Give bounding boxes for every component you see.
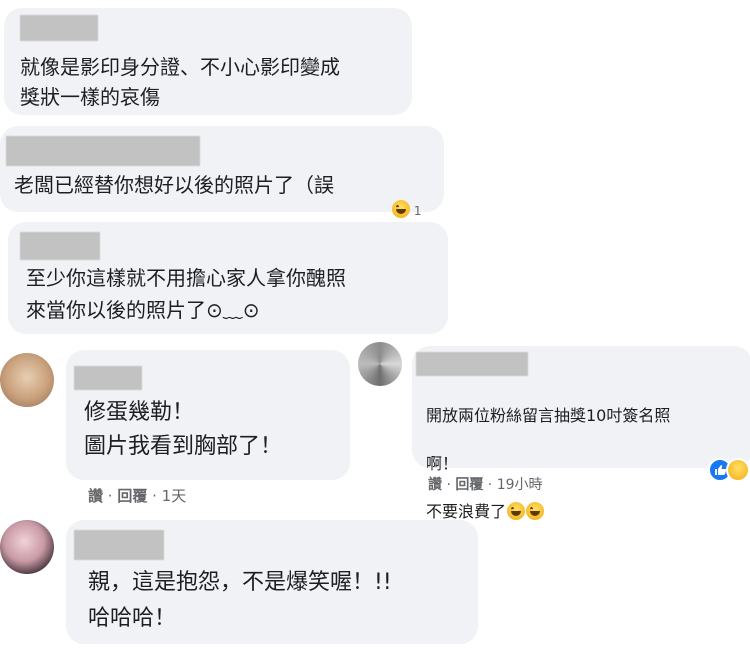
commenter-name-redacted-6[interactable] (74, 530, 164, 560)
comment-2-reaction[interactable]: 1 (391, 200, 421, 218)
commenter-name-redacted-1[interactable] (20, 15, 98, 41)
commenter-name-redacted-5[interactable] (416, 352, 528, 376)
commenter-name-redacted-3[interactable] (20, 232, 100, 260)
commenter-avatar-5[interactable] (358, 342, 402, 386)
haha-reaction-icon[interactable] (726, 458, 750, 482)
reply-link[interactable]: 回覆 (117, 487, 147, 505)
reply-link[interactable]: 回覆 (455, 477, 483, 493)
laughing-emoji-icon (507, 502, 526, 520)
like-link[interactable]: 讚 (88, 487, 103, 505)
commenter-name-redacted-2[interactable] (6, 136, 200, 166)
comment-text-4: 修蛋幾勒！ 圖片我看到胸部了！ (84, 400, 283, 459)
comment-time[interactable]: 19小時 (497, 477, 543, 493)
commenter-avatar-4[interactable] (0, 353, 54, 407)
comment-text-3: 至少你這樣就不用擔心家人拿你醜照 來當你以後的照片了⊙﹏⊙ (26, 266, 346, 322)
comment-5-actions: 讚 · 回覆 · 19小時 (428, 477, 543, 493)
comment-text-6: 親，這是抱怨，不是爆笑喔！!! 哈哈哈！ (88, 570, 392, 631)
comment-text-2: 老闆已經替你想好以後的照片了（誤 (14, 173, 334, 197)
commenter-name-redacted-4[interactable] (74, 366, 142, 390)
laughing-emoji-icon (392, 200, 410, 218)
like-link[interactable]: 讚 (428, 477, 442, 493)
commenter-avatar-6[interactable] (0, 520, 54, 574)
comment-time[interactable]: 1天 (162, 487, 187, 505)
laughing-emoji-icon (526, 502, 545, 520)
comment-text-1: 就像是影印身分證、不小心影印變成 獎狀一樣的哀傷 (20, 55, 340, 109)
comment-4-actions: 讚 · 回覆 · 1天 (88, 487, 187, 505)
